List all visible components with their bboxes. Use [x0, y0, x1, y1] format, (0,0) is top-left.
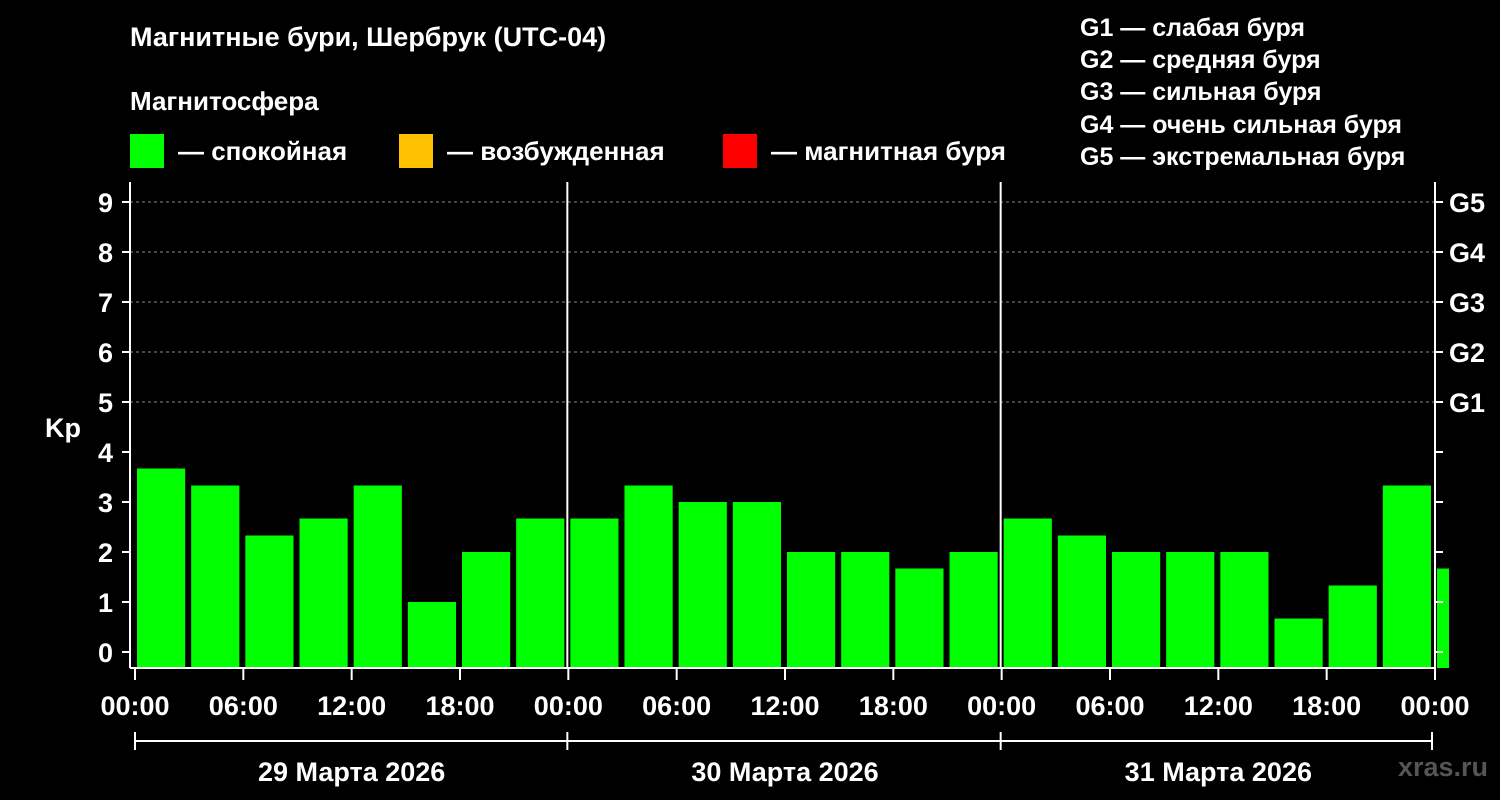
kp-bar — [732, 502, 781, 668]
x-tick-label: 06:00 — [1075, 691, 1144, 721]
x-tick-label: 00:00 — [100, 691, 169, 721]
g-level-label: G2 — [1449, 338, 1485, 368]
x-tick-label: 06:00 — [209, 691, 278, 721]
site-watermark: xras.ru — [1397, 752, 1488, 782]
kp-bar — [1112, 552, 1161, 668]
y-tick-label: 0 — [98, 638, 113, 668]
kp-bar — [570, 518, 619, 668]
kp-bar — [353, 485, 402, 668]
y-axis-label: Kp — [45, 413, 81, 443]
y-tick-label: 2 — [98, 538, 113, 568]
x-tick-label: 00:00 — [534, 691, 603, 721]
kp-bar — [1166, 552, 1215, 668]
y-tick-label: 1 — [98, 588, 113, 618]
kp-bar — [1382, 485, 1431, 668]
x-tick-label: 00:00 — [967, 691, 1036, 721]
y-tick-label: 3 — [98, 488, 113, 518]
y-tick-label: 9 — [98, 188, 113, 218]
x-tick-label: 12:00 — [750, 691, 819, 721]
date-label: 30 Марта 2026 — [691, 757, 878, 787]
kp-bar — [245, 535, 294, 668]
kp-bar — [624, 485, 673, 668]
kp-bar — [787, 552, 836, 668]
kp-bar-chart: 0 1 2 3 4 5 6 7 8 9 G1 G2 G3 G4 G5 Kp 00:00 06:00 12:00 18:… — [45, 182, 1485, 787]
y-tick-label: 6 — [98, 338, 113, 368]
kp-bar — [191, 485, 240, 668]
g-level-label: G4 — [1449, 238, 1485, 268]
kp-bar — [407, 602, 456, 668]
y-tick-label: 4 — [98, 438, 113, 468]
date-label: 29 Марта 2026 — [258, 757, 445, 787]
kp-bar — [299, 518, 348, 668]
kp-bar — [949, 552, 998, 668]
y-tick-label: 5 — [98, 388, 113, 418]
x-tick-label: 12:00 — [1184, 691, 1253, 721]
kp-bar — [1328, 585, 1377, 668]
y-tick-label: 7 — [98, 288, 113, 318]
kp-bar — [678, 502, 727, 668]
x-tick-label: 06:00 — [642, 691, 711, 721]
x-tick-label: 00:00 — [1400, 691, 1469, 721]
kp-bar — [1057, 535, 1106, 668]
kp-bar — [1274, 618, 1323, 668]
x-tick-label: 12:00 — [317, 691, 386, 721]
g-level-label: G3 — [1449, 288, 1485, 318]
kp-bar — [1003, 518, 1052, 668]
kp-bar — [516, 518, 565, 668]
kp-bar — [137, 468, 186, 668]
kp-bar — [895, 568, 944, 668]
g-level-label: G1 — [1449, 388, 1485, 418]
x-tick-label: 18:00 — [425, 691, 494, 721]
x-tick-label: 18:00 — [859, 691, 928, 721]
x-tick-label: 18:00 — [1292, 691, 1361, 721]
kp-bar — [1220, 552, 1269, 668]
kp-bar — [1437, 568, 1449, 668]
y-tick-label: 8 — [98, 238, 113, 268]
kp-bar — [462, 552, 511, 668]
kp-bar — [841, 552, 890, 668]
date-label: 31 Марта 2026 — [1125, 757, 1312, 787]
g-level-label: G5 — [1449, 188, 1485, 218]
